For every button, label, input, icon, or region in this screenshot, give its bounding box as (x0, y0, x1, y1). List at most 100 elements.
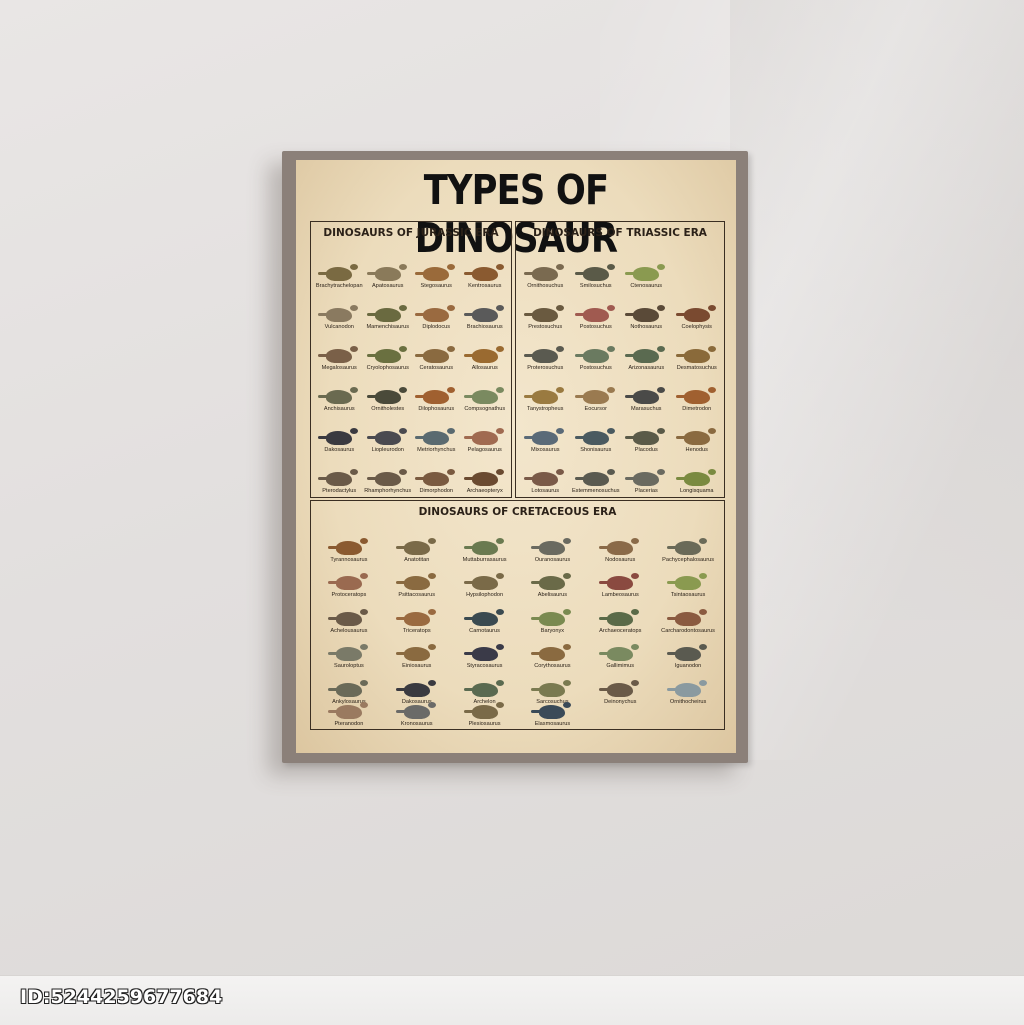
dinosaur-illustration (531, 608, 572, 626)
dinosaur-entry: Mixosaurus (520, 412, 571, 453)
dinosaur-illustration (524, 305, 565, 322)
dinosaur-entry: Dimetrodon (672, 371, 723, 412)
dinosaur-illustration (327, 679, 368, 697)
dinosaur-illustration (463, 428, 504, 445)
dinosaur-entry: Elasmosaurus (519, 702, 587, 727)
dinosaur-name: Plesiosaurus (468, 721, 501, 727)
dinosaur-illustration (625, 387, 666, 404)
dinosaur-entry: Vulcanodon (315, 289, 364, 330)
dinosaur-entry: Coelophysis (672, 289, 723, 330)
jurassic-panel: DINOSAURS OF JURASSIC ERA Brachytrachelo… (310, 221, 512, 498)
dinosaur-entry: Pelagosaurus (461, 412, 510, 453)
dinosaur-illustration (395, 679, 436, 697)
dinosaur-illustration (531, 679, 572, 697)
dinosaur-entry: Corythosaurus (519, 634, 587, 669)
dinosaur-entry: Kronosaurus (383, 702, 451, 727)
dinosaur-entry: Megalosaurus (315, 330, 364, 371)
dinosaur-entry: Pteranodon (315, 702, 383, 727)
dinosaur-illustration (463, 702, 504, 719)
dinosaur-illustration (599, 573, 640, 591)
dinosaur-name: Ornithocheirus (669, 698, 707, 705)
dinosaur-entry: Brachytrachelopan (315, 248, 364, 289)
dinosaur-illustration (574, 264, 615, 281)
dinosaur-illustration (524, 346, 565, 363)
dinosaur-entry: Postosuchus (571, 289, 622, 330)
dinosaur-illustration (415, 469, 456, 486)
dinosaur-entry: Styracosaurus (451, 634, 519, 669)
dinosaur-entry: Desmatosuchus (672, 330, 723, 371)
dinosaur-entry: Diplodocus (412, 289, 461, 330)
dinosaur-illustration (415, 387, 456, 404)
dinosaur-illustration (574, 387, 615, 404)
dinosaur-illustration (531, 702, 572, 719)
dinosaur-illustration (395, 608, 436, 626)
dinosaur-entry: Apatosaurus (364, 248, 413, 289)
dinosaur-entry: Archelon (451, 669, 519, 705)
dinosaur-illustration (675, 387, 716, 404)
dinosaur-entry: Sarcosuchus (519, 669, 587, 705)
dinosaur-illustration (463, 264, 504, 281)
dinosaur-illustration (463, 346, 504, 363)
dinosaur-illustration (524, 469, 565, 486)
dinosaur-entry: Muttaburrasaurus (451, 527, 519, 563)
dinosaur-name: Rhamphorhynchus (364, 488, 412, 494)
dinosaur-entry: Tyrannosaurus (315, 527, 383, 563)
dinosaur-illustration (463, 679, 504, 697)
dinosaur-illustration (574, 428, 615, 445)
image-id-watermark: ID:5244259677684 (20, 986, 223, 1008)
dinosaur-entry: Ouranosaurus (519, 527, 587, 563)
dinosaur-entry: Prestosuchus (520, 289, 571, 330)
dinosaur-entry: Tsintaosaurus (654, 563, 722, 598)
dinosaur-entry: Carnotaurus (451, 598, 519, 634)
dinosaur-entry: Proterosuchus (520, 330, 571, 371)
dinosaur-illustration (415, 346, 456, 363)
dinosaur-illustration (463, 608, 504, 626)
dinosaur-illustration (667, 608, 708, 626)
dinosaur-entry: Tanystropheus (520, 371, 571, 412)
dinosaur-illustration (599, 537, 640, 555)
dinosaur-entry: Marasuchus (621, 371, 672, 412)
dinosaur-illustration (574, 346, 615, 363)
dinosaur-illustration (625, 305, 666, 322)
dinosaur-illustration (415, 428, 456, 445)
dinosaur-poster: TYPES OF DINOSAUR DINOSAURS OF JURASSIC … (296, 160, 736, 753)
dinosaur-name: Elasmosaurus (534, 721, 571, 727)
dinosaur-entry: Deinonychus (586, 669, 654, 705)
dinosaur-entry: Pachycephalosaurus (654, 527, 722, 563)
dinosaur-illustration (366, 346, 407, 363)
cretaceous-panel: DINOSAURS OF CRETACEOUS ERA Tyrannosauru… (310, 500, 725, 730)
dinosaur-illustration (327, 608, 368, 626)
dinosaur-name: Pteranodon (334, 721, 364, 727)
dinosaur-illustration (531, 573, 572, 591)
dinosaur-illustration (327, 702, 368, 719)
dinosaur-entry: Anatotitan (383, 527, 451, 563)
dinosaur-entry (672, 248, 723, 289)
dinosaur-illustration (667, 573, 708, 591)
dinosaur-name: Dimorphodon (419, 488, 454, 494)
dinosaur-entry: Compsognathus (461, 371, 510, 412)
dinosaur-illustration (327, 573, 368, 591)
dinosaur-illustration (415, 264, 456, 281)
dinosaur-illustration (395, 537, 436, 555)
dinosaur-illustration (463, 469, 504, 486)
dinosaur-illustration (574, 469, 615, 486)
dinosaur-entry: Allosaurus (461, 330, 510, 371)
dinosaur-illustration (318, 264, 359, 281)
dinosaur-entry: Gallimimus (586, 634, 654, 669)
dinosaur-illustration (463, 387, 504, 404)
dinosaur-illustration (599, 644, 640, 662)
dinosaur-entry: Ankylosaurus (315, 669, 383, 705)
dinosaur-entry: Shonisaurus (571, 412, 622, 453)
triassic-grid: Ornithosuchus Smilosuchus Ctenosaurus Prest… (520, 248, 722, 494)
dinosaur-illustration (366, 264, 407, 281)
dinosaur-entry: Metriorhynchus (412, 412, 461, 453)
dinosaur-entry: Arizonasaurus (621, 330, 672, 371)
jurassic-heading: DINOSAURS OF JURASSIC ERA (323, 227, 499, 239)
dinosaur-entry: Liopleurodon (364, 412, 413, 453)
dinosaur-illustration (395, 644, 436, 662)
dinosaur-entry: Achelousaurus (315, 598, 383, 634)
dinosaur-entry: Ornitholestes (364, 371, 413, 412)
dinosaur-entry: Hypsilophodon (451, 563, 519, 598)
dinosaur-entry: Longisquama (672, 453, 723, 494)
dinosaur-entry: Ctenosaurus (621, 248, 672, 289)
